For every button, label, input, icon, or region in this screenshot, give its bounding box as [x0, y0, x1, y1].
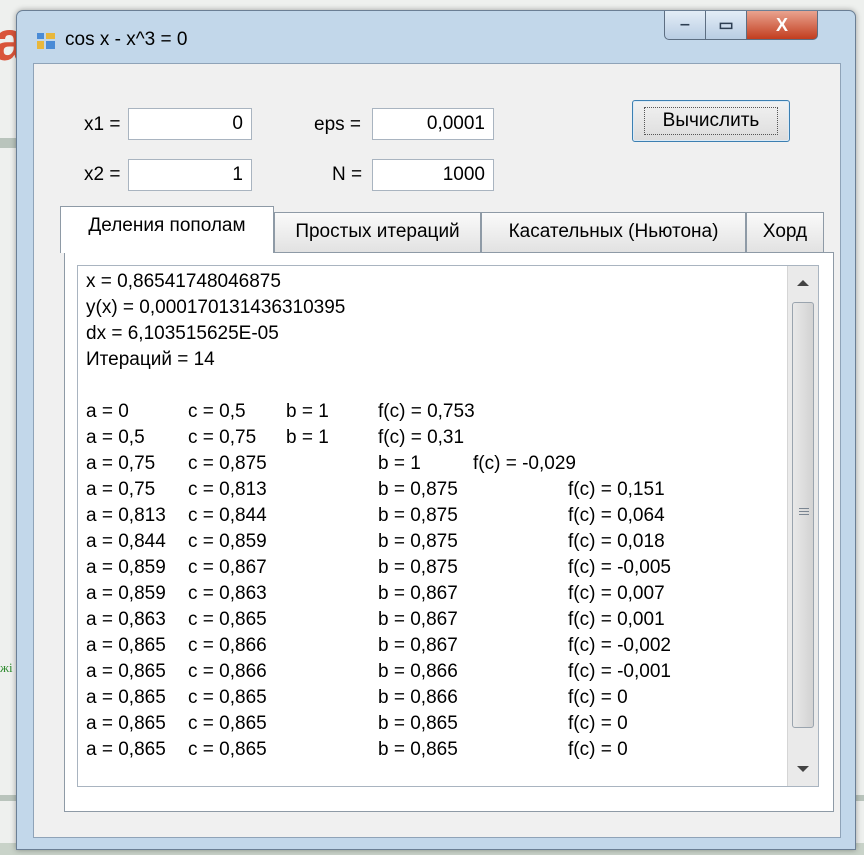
vertical-scrollbar[interactable] [787, 266, 818, 786]
x1-input[interactable] [128, 108, 252, 140]
tab-newton[interactable]: Касательных (Ньютона) [481, 212, 746, 252]
row-0-c: c = 0,5 [188, 401, 246, 422]
row-11-a: a = 0,865 [86, 687, 166, 708]
row-9-a: a = 0,865 [86, 635, 166, 656]
row-13-c: c = 0,865 [188, 739, 267, 760]
row-12-c: c = 0,865 [188, 713, 267, 734]
row-11-b: b = 0,866 [378, 687, 458, 708]
scroll-up-arrow-icon[interactable] [797, 280, 809, 286]
row-12-b: b = 0,865 [378, 713, 458, 734]
title-bar[interactable]: cos x - x^3 = 0 ‒ ▭ X [17, 11, 855, 63]
scroll-grip-icon [799, 508, 809, 517]
row-1-f: f(c) = 0,31 [378, 427, 465, 448]
result-dx: dx = 6,103515625E-05 [86, 323, 279, 344]
row-0-f: f(c) = 0,753 [378, 401, 475, 422]
app-window: cos x - x^3 = 0 ‒ ▭ X x1 = x2 = eps = N … [16, 10, 856, 850]
tab-chord[interactable]: Хорд [746, 212, 824, 252]
eps-input[interactable] [372, 108, 494, 140]
n-input[interactable] [372, 159, 494, 191]
row-9-b: b = 0,867 [378, 635, 458, 656]
row-6-c: c = 0,867 [188, 557, 267, 578]
x2-input[interactable] [128, 159, 252, 191]
row-12-f: f(c) = 0 [568, 713, 628, 734]
row-4-c: c = 0,844 [188, 505, 267, 526]
row-1-c: c = 0,75 [188, 427, 257, 448]
row-11-f: f(c) = 0 [568, 687, 628, 708]
maximize-button[interactable]: ▭ [705, 11, 747, 40]
row-2-c: c = 0,875 [188, 453, 267, 474]
close-button[interactable]: X [746, 11, 818, 40]
app-window-icon [37, 33, 55, 49]
window-title: cos x - x^3 = 0 [65, 29, 188, 50]
row-3-a: a = 0,75 [86, 479, 156, 500]
x2-label: x2 = [84, 164, 121, 185]
row-10-b: b = 0,866 [378, 661, 458, 682]
result-iterations: Итераций = 14 [86, 349, 215, 370]
eps-label: eps = [314, 114, 362, 135]
row-11-c: c = 0,865 [188, 687, 267, 708]
row-6-b: b = 0,875 [378, 557, 458, 578]
tab-simple-iteration[interactable]: Простых итераций [274, 212, 481, 252]
scroll-thumb[interactable] [792, 302, 814, 728]
row-5-f: f(c) = 0,018 [568, 531, 665, 552]
row-6-a: a = 0,859 [86, 557, 166, 578]
client-area: x1 = x2 = eps = N = Вычислить Деления по… [33, 63, 841, 838]
result-y: y(x) = 0,000170131436310395 [86, 297, 346, 318]
row-1-a: a = 0,5 [86, 427, 145, 448]
row-10-a: a = 0,865 [86, 661, 166, 682]
row-3-c: c = 0,813 [188, 479, 267, 500]
row-4-a: a = 0,813 [86, 505, 166, 526]
background-text-fragment: жі [0, 660, 13, 675]
tab-panel-bisection: x = 0,86541748046875 y(x) = 0,0001701314… [64, 252, 834, 812]
row-5-c: c = 0,859 [188, 531, 267, 552]
row-8-b: b = 0,867 [378, 609, 458, 630]
row-3-f: f(c) = 0,151 [568, 479, 665, 500]
row-5-a: a = 0,844 [86, 531, 166, 552]
x1-label: x1 = [84, 114, 121, 135]
row-8-f: f(c) = 0,001 [568, 609, 665, 630]
row-0-b: b = 1 [286, 401, 329, 422]
row-7-f: f(c) = 0,007 [568, 583, 665, 604]
row-6-f: f(c) = -0,005 [568, 557, 671, 578]
row-1-b: b = 1 [286, 427, 329, 448]
row-13-b: b = 0,865 [378, 739, 458, 760]
row-12-a: a = 0,865 [86, 713, 166, 734]
row-9-f: f(c) = -0,002 [568, 635, 671, 656]
tab-bisection[interactable]: Деления пополам [60, 206, 274, 253]
row-13-f: f(c) = 0 [568, 739, 628, 760]
output-textbox[interactable]: x = 0,86541748046875 y(x) = 0,0001701314… [77, 265, 819, 787]
row-9-c: c = 0,866 [188, 635, 267, 656]
row-2-b: b = 1 [378, 453, 421, 474]
n-label: N = [332, 164, 363, 185]
row-7-a: a = 0,859 [86, 583, 166, 604]
row-13-a: a = 0,865 [86, 739, 166, 760]
compute-button[interactable]: Вычислить [632, 100, 790, 142]
row-10-c: c = 0,866 [188, 661, 267, 682]
scroll-down-arrow-icon[interactable] [797, 766, 809, 772]
row-10-f: f(c) = -0,001 [568, 661, 671, 682]
compute-button-label: Вычислить [643, 107, 779, 135]
row-4-f: f(c) = 0,064 [568, 505, 665, 526]
row-2-a: a = 0,75 [86, 453, 156, 474]
minimize-button[interactable]: ‒ [664, 11, 706, 40]
row-2-f: f(c) = -0,029 [473, 453, 576, 474]
row-7-c: c = 0,863 [188, 583, 267, 604]
row-5-b: b = 0,875 [378, 531, 458, 552]
result-x: x = 0,86541748046875 [86, 271, 281, 292]
row-4-b: b = 0,875 [378, 505, 458, 526]
row-8-a: a = 0,863 [86, 609, 166, 630]
row-3-b: b = 0,875 [378, 479, 458, 500]
row-8-c: c = 0,865 [188, 609, 267, 630]
row-0-a: a = 0 [86, 401, 129, 422]
row-7-b: b = 0,867 [378, 583, 458, 604]
